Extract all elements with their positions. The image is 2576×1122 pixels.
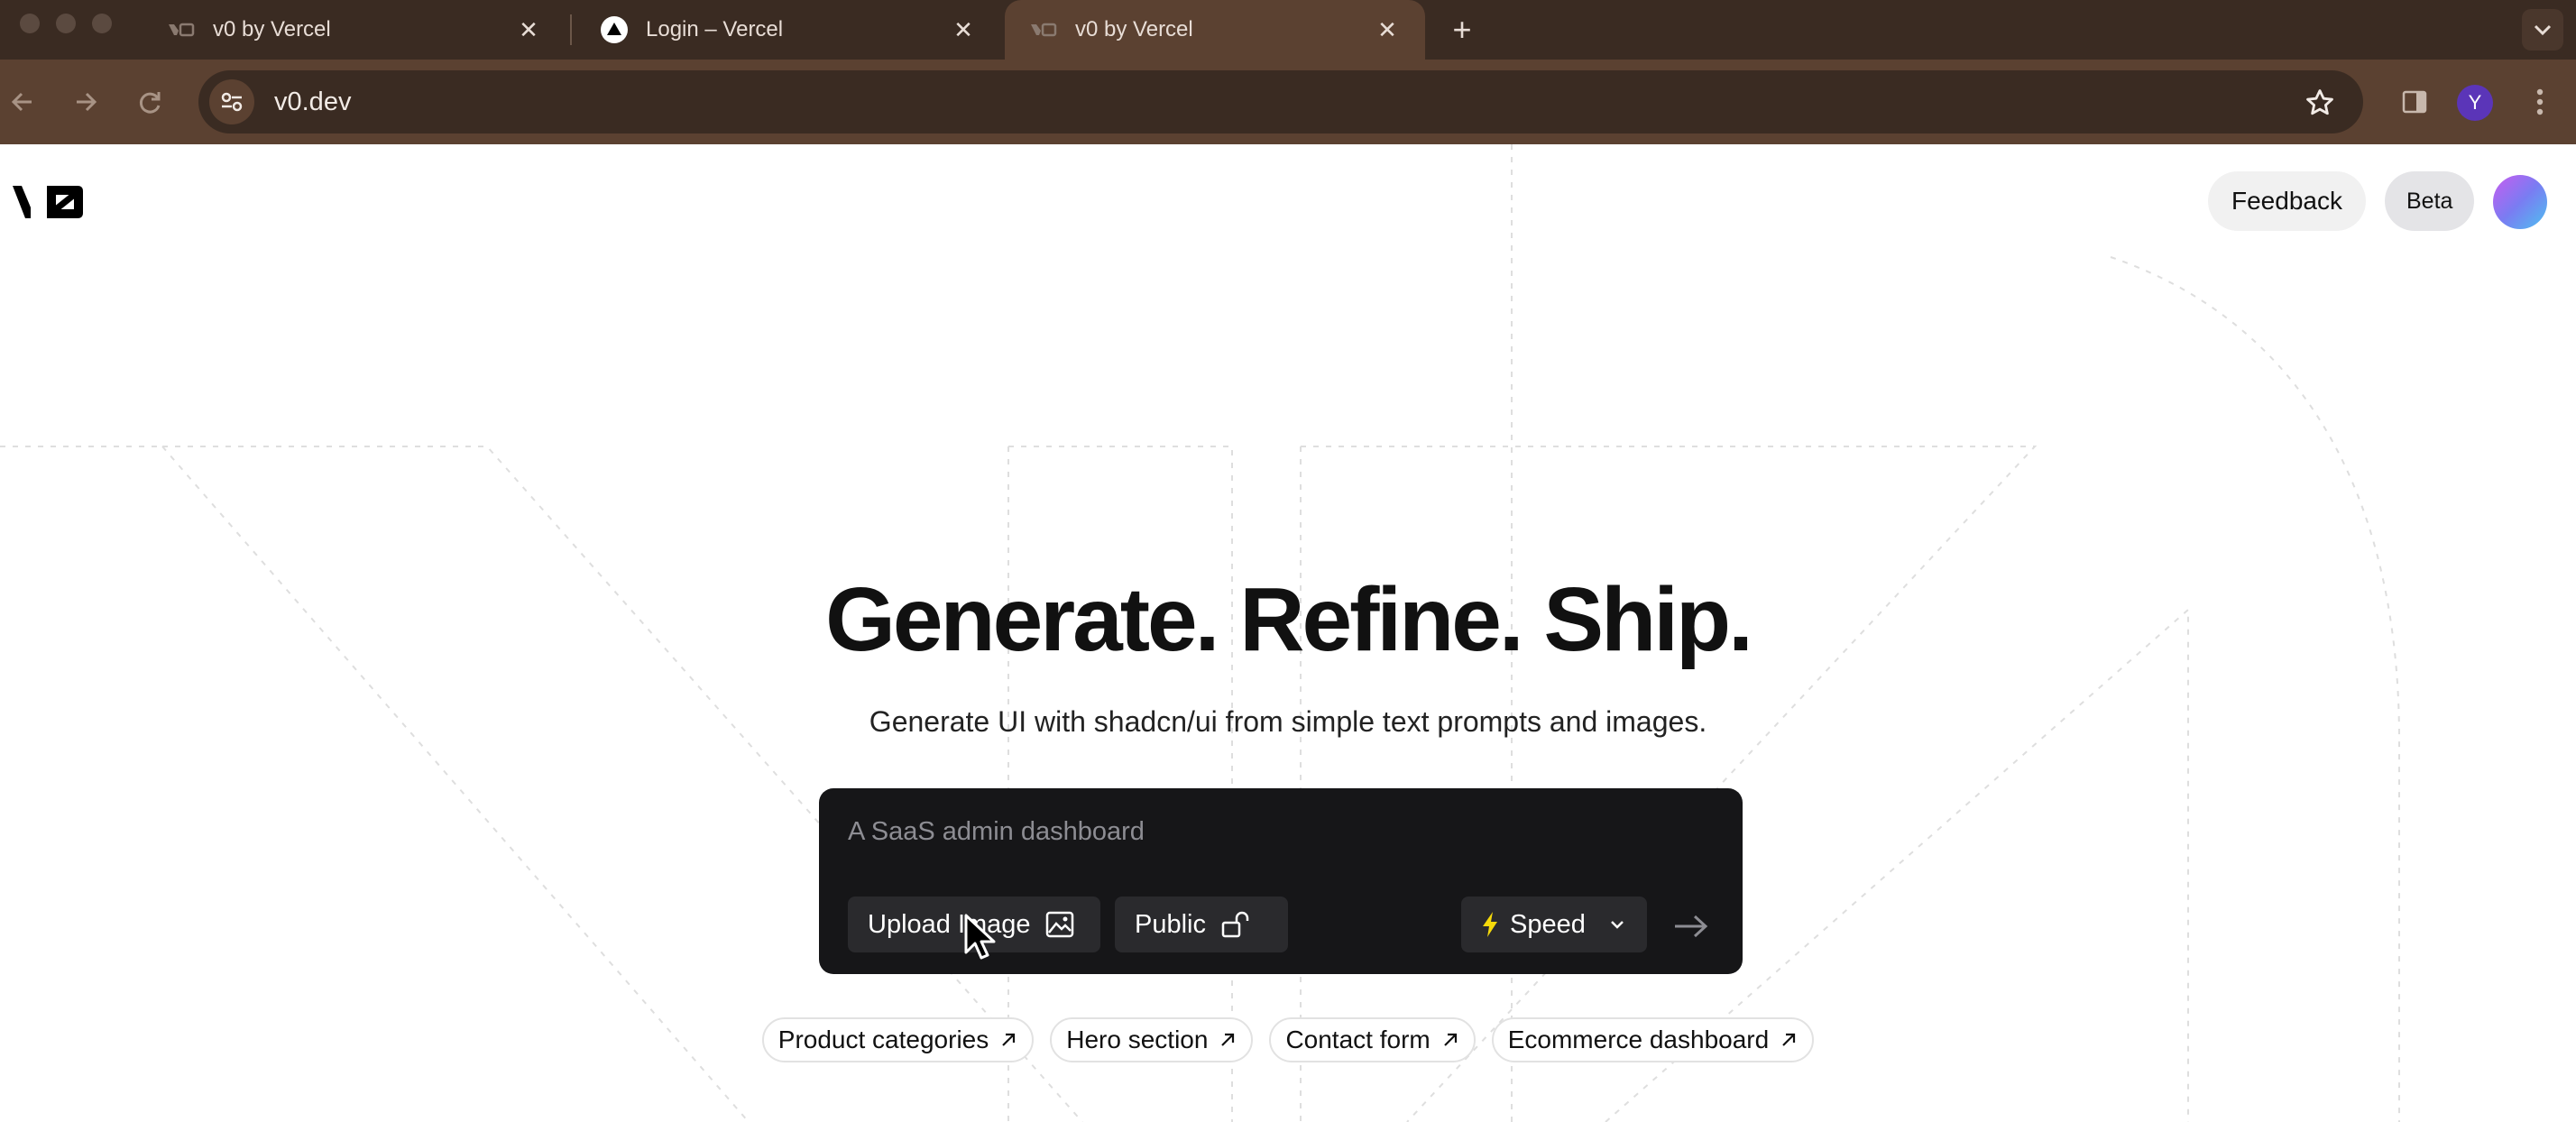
suggestion-label: Product categories xyxy=(777,1025,989,1053)
suggestion-label: Ecommerce dashboard xyxy=(1507,1025,1770,1053)
page-content: Feedback Beta Generate. Refine. Ship. Ge… xyxy=(0,144,2576,1122)
tab-search-button[interactable] xyxy=(2522,9,2563,51)
page-headline: Generate. Refine. Ship. xyxy=(825,569,1753,670)
arrow-left-icon xyxy=(11,92,32,112)
chevron-down-icon xyxy=(1610,921,1624,929)
mode-selector[interactable]: Speed xyxy=(1461,897,1647,952)
arrow-up-right-icon xyxy=(1221,1033,1235,1046)
user-avatar[interactable] xyxy=(2493,175,2547,229)
mode-label: Speed xyxy=(1510,909,1586,939)
arrow-up-right-icon xyxy=(1443,1033,1457,1046)
feedback-button[interactable]: Feedback xyxy=(2208,171,2366,231)
v0-logo[interactable] xyxy=(11,182,85,226)
side-panel-icon[interactable] xyxy=(2394,81,2435,123)
suggestion-chips: Product categories Hero section Contact … xyxy=(0,1017,2576,1062)
suggestion-label: Hero section xyxy=(1066,1025,1209,1053)
reload-icon xyxy=(139,92,161,114)
window-close-button[interactable] xyxy=(20,14,40,33)
browser-tab-active[interactable]: v0 by Vercel ✕ xyxy=(1005,0,1425,60)
forward-button[interactable] xyxy=(65,81,106,123)
v0-logo-icon xyxy=(13,186,83,218)
vercel-triangle-icon xyxy=(601,16,628,43)
back-button[interactable] xyxy=(2,81,43,123)
url-text: v0.dev xyxy=(274,87,352,116)
browser-toolbar: v0.dev Y xyxy=(0,60,2576,144)
lightning-icon xyxy=(1483,912,1497,937)
bookmark-star-icon[interactable] xyxy=(2302,85,2338,121)
unlock-icon xyxy=(1221,911,1249,938)
close-icon[interactable]: ✕ xyxy=(1375,16,1400,43)
send-button[interactable] xyxy=(1670,906,1712,947)
v0-logo-icon xyxy=(168,16,195,43)
arrow-up-right-icon xyxy=(1782,1033,1796,1046)
close-icon[interactable]: ✕ xyxy=(951,16,976,43)
visibility-label: Public xyxy=(1135,909,1206,939)
image-icon xyxy=(1045,911,1073,938)
site-settings-icon[interactable] xyxy=(209,79,254,124)
upload-image-label: Upload Image xyxy=(868,909,1031,939)
profile-avatar[interactable]: Y xyxy=(2457,85,2493,121)
tab-title: v0 by Vercel xyxy=(213,17,331,41)
window-minimize-button[interactable] xyxy=(56,14,76,33)
mouse-cursor-icon xyxy=(964,914,996,960)
suggestion-chip[interactable]: Contact form xyxy=(1269,1017,1476,1062)
tab-divider xyxy=(570,14,572,45)
page-subheadline: Generate UI with shadcn/ui from simple t… xyxy=(869,705,1707,738)
arrow-right-icon xyxy=(1675,915,1708,938)
v0-logo-icon xyxy=(1030,16,1057,43)
suggestion-chip[interactable]: Hero section xyxy=(1050,1017,1254,1062)
suggestion-label: Contact form xyxy=(1285,1025,1431,1053)
more-options-icon[interactable] xyxy=(2522,81,2558,123)
browser-tab[interactable]: Login – Vercel ✕ xyxy=(575,0,1001,60)
browser-tab-bar: v0 by Vercel ✕ Login – Vercel ✕ v0 by Ve… xyxy=(0,0,2576,60)
arrow-up-right-icon xyxy=(1002,1033,1016,1046)
tab-title: v0 by Vercel xyxy=(1075,17,1193,41)
tab-title: Login – Vercel xyxy=(646,17,784,41)
address-bar[interactable]: v0.dev xyxy=(198,70,2363,133)
chevron-down-icon xyxy=(2534,24,2552,36)
arrow-right-icon xyxy=(77,92,97,112)
suggestion-chip[interactable]: Product categories xyxy=(761,1017,1035,1062)
reload-button[interactable] xyxy=(130,81,171,123)
beta-badge: Beta xyxy=(2385,171,2475,231)
prompt-box: Upload Image Public Speed xyxy=(819,788,1743,974)
prompt-input[interactable] xyxy=(846,808,1697,855)
suggestion-chip[interactable]: Ecommerce dashboard xyxy=(1491,1017,1815,1062)
new-tab-button[interactable]: + xyxy=(1443,11,1481,49)
browser-tab[interactable]: v0 by Vercel ✕ xyxy=(143,0,566,60)
window-zoom-button[interactable] xyxy=(92,14,112,33)
visibility-button[interactable]: Public xyxy=(1115,897,1288,952)
close-icon[interactable]: ✕ xyxy=(516,16,541,43)
